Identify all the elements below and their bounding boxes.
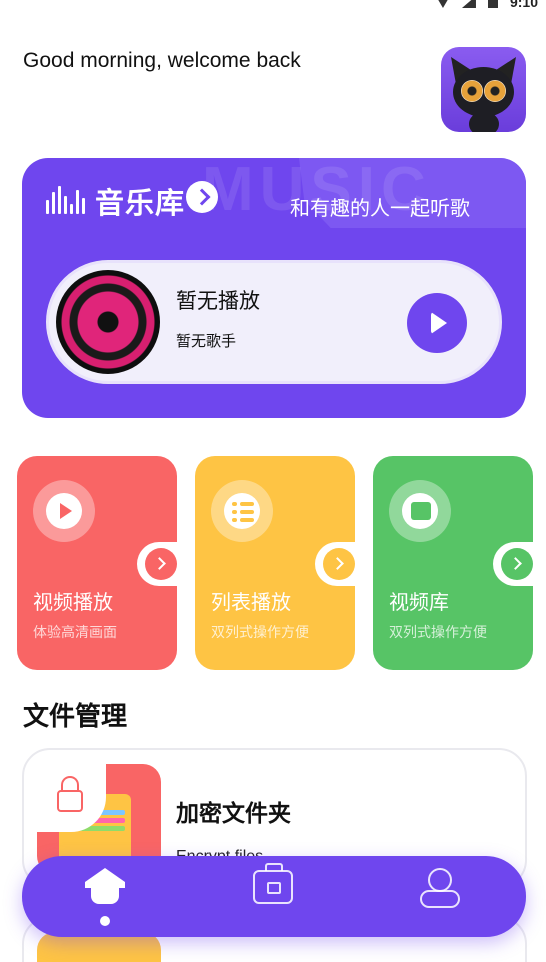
now-playing-artist: 暂无歌手 bbox=[176, 332, 237, 350]
music-library-card[interactable]: MUSIC 音乐库 和有趣的人一起听歌 暂无播放 暂无歌手 bbox=[22, 158, 526, 418]
feature-title: 视频播放 bbox=[33, 590, 113, 614]
chevron-right-icon[interactable] bbox=[145, 548, 177, 580]
file-item-title: 加密文件夹 bbox=[176, 801, 291, 827]
video-library-card[interactable]: 视频库 双列式操作方便 bbox=[373, 456, 537, 670]
file-management-title: 文件管理 bbox=[23, 702, 128, 732]
music-slogan: 和有趣的人一起听歌 bbox=[290, 196, 470, 220]
nav-toolbox[interactable] bbox=[223, 856, 323, 937]
chevron-right-icon[interactable] bbox=[323, 548, 355, 580]
active-indicator bbox=[100, 916, 110, 926]
wifi-icon bbox=[435, 0, 450, 8]
chevron-right-icon[interactable] bbox=[186, 181, 218, 213]
play-icon bbox=[46, 493, 82, 529]
feature-subtitle: 双列式操作方便 bbox=[389, 625, 487, 641]
nav-home[interactable] bbox=[55, 856, 155, 937]
bag-icon bbox=[402, 493, 438, 529]
play-button[interactable] bbox=[407, 293, 467, 353]
feature-title: 视频库 bbox=[389, 590, 449, 614]
list-play-card[interactable]: 列表播放 双列式操作方便 bbox=[195, 456, 359, 670]
user-icon bbox=[428, 868, 452, 892]
list-icon bbox=[224, 493, 260, 529]
chevron-right-icon[interactable] bbox=[501, 548, 533, 580]
now-playing-bar[interactable]: 暂无播放 暂无歌手 bbox=[46, 260, 502, 384]
album-disc-icon bbox=[56, 270, 160, 374]
music-library-title: 音乐库 bbox=[95, 186, 186, 220]
now-playing-title: 暂无播放 bbox=[176, 289, 260, 313]
feature-subtitle: 体验高清画面 bbox=[33, 625, 117, 641]
lock-icon bbox=[36, 762, 106, 832]
signal-icon bbox=[461, 0, 476, 8]
video-play-card[interactable]: 视频播放 体验高清画面 bbox=[17, 456, 181, 670]
avatar[interactable] bbox=[441, 47, 526, 132]
status-time: 9:10 bbox=[509, 0, 538, 10]
battery-icon bbox=[487, 0, 498, 8]
nav-profile[interactable] bbox=[390, 856, 490, 937]
greeting-text: Good morning, welcome back bbox=[23, 49, 301, 72]
bottom-navigation bbox=[22, 856, 526, 937]
feature-subtitle: 双列式操作方便 bbox=[211, 625, 309, 641]
music-bars-icon bbox=[46, 186, 85, 214]
home-icon bbox=[85, 868, 125, 904]
toolbox-icon bbox=[253, 863, 293, 904]
feature-title: 列表播放 bbox=[211, 590, 291, 614]
status-bar: 9:10 bbox=[346, 0, 546, 14]
